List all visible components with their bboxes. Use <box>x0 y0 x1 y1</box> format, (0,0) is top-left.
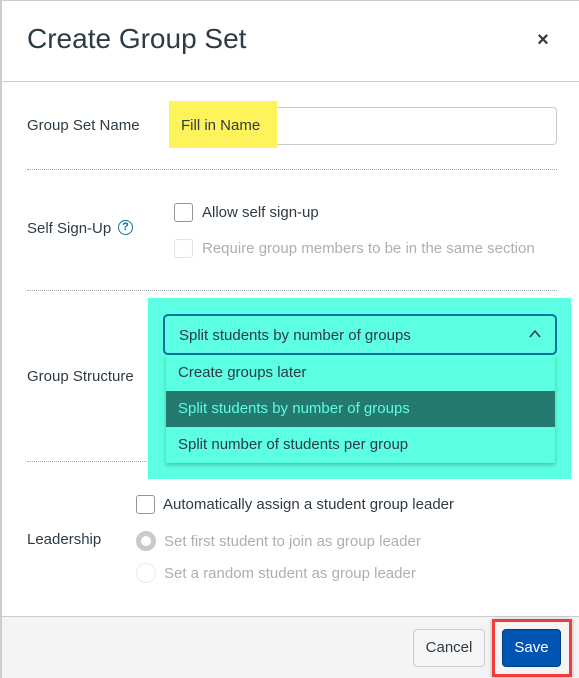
random-student-leader-radio[interactable] <box>136 563 156 583</box>
leadership-label: Leadership <box>27 531 102 548</box>
allow-self-signup-label: Allow self sign-up <box>202 204 319 221</box>
option-create-groups-later[interactable]: Create groups later <box>166 355 555 391</box>
group-structure-label: Group Structure <box>27 368 134 385</box>
create-group-set-dialog: Create Group Set × Group Set Name Fill i… <box>0 0 579 678</box>
option-split-students-per-group[interactable]: Split number of students per group <box>166 427 555 463</box>
auto-assign-leader-label: Automatically assign a student group lea… <box>163 496 455 513</box>
dialog-title: Create Group Set <box>27 23 247 54</box>
self-signup-label: Self Sign-Up <box>27 220 112 237</box>
dialog-header: Create Group Set × <box>2 1 579 82</box>
cancel-button[interactable]: Cancel <box>413 629 485 667</box>
allow-self-signup-checkbox[interactable] <box>174 203 193 222</box>
first-student-leader-label: Set first student to join as group leade… <box>164 533 421 550</box>
save-button[interactable]: Save <box>502 629 561 667</box>
group-set-name-value: Fill in Name <box>181 117 261 134</box>
close-icon[interactable]: × <box>532 29 554 52</box>
group-structure-select[interactable]: Split students by number of groups <box>163 314 557 355</box>
random-student-leader-label: Set a random student as group leader <box>164 565 416 582</box>
first-student-leader-radio[interactable] <box>136 531 156 551</box>
chevron-up-icon <box>529 329 541 338</box>
group-structure-selected-value: Split students by number of groups <box>179 327 411 344</box>
divider <box>27 169 557 170</box>
auto-assign-leader-checkbox[interactable] <box>136 495 155 514</box>
group-structure-dropdown-menu: Create groups later Split students by nu… <box>166 355 555 463</box>
help-icon[interactable]: ? <box>118 220 133 235</box>
require-same-section-label: Require group members to be in the same … <box>202 240 535 257</box>
group-set-name-label: Group Set Name <box>27 117 140 134</box>
divider <box>27 290 557 291</box>
option-split-by-number-of-groups[interactable]: Split students by number of groups <box>166 391 555 427</box>
require-same-section-checkbox[interactable] <box>174 239 193 258</box>
